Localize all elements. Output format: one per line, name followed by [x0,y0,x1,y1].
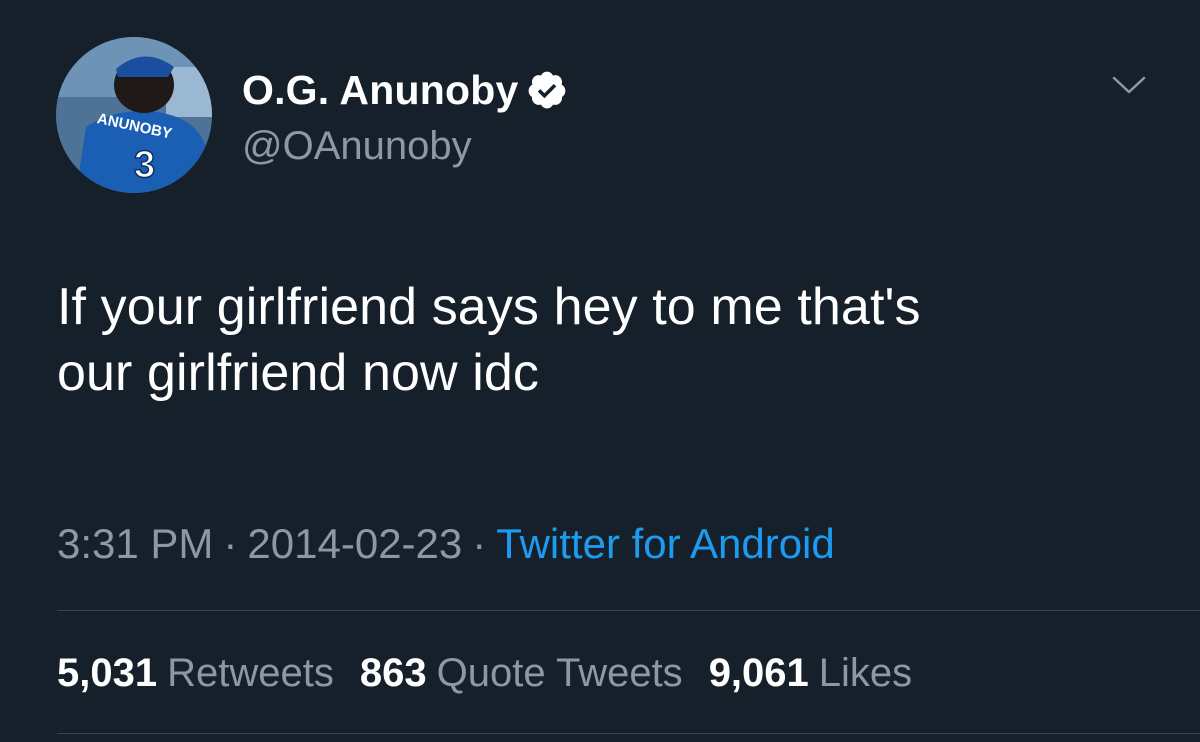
tweet-meta: 3:31 PM · 2014-02-23 · Twitter for Android [57,517,835,571]
quote-tweets-label: Quote Tweets [436,651,683,695]
tweet-text: If your girlfriend says hey to me that's… [57,278,921,402]
meta-separator: · [223,520,238,567]
user-handle[interactable]: @OAnunoby [242,120,472,172]
likes-stat[interactable]: 9,061 Likes [709,646,913,700]
quote-tweets-stat[interactable]: 863 Quote Tweets [360,646,683,700]
divider [57,610,1200,611]
tweet-card: ANUNOBY 3 O.G. Anunoby @OAnunoby If your… [0,0,1200,742]
likes-label: Likes [818,651,913,695]
verified-badge-icon [526,69,568,111]
tweet-source-link[interactable]: Twitter for Android [496,520,834,567]
retweets-stat[interactable]: 5,031 Retweets [57,646,334,700]
tweet-date[interactable]: 2014-02-23 [247,520,462,567]
chevron-down-icon[interactable] [1108,70,1150,100]
meta-separator: · [472,520,487,567]
tweet-time[interactable]: 3:31 PM [57,520,213,567]
tweet-stats: 5,031 Retweets 863 Quote Tweets 9,061 Likes [57,646,938,700]
display-name[interactable]: O.G. Anunoby [242,66,518,114]
display-name-row: O.G. Anunoby [242,66,568,114]
divider [57,733,1200,734]
quote-tweets-count: 863 [359,651,427,695]
avatar[interactable]: ANUNOBY 3 [56,37,212,193]
retweets-count: 5,031 [57,651,158,695]
avatar-jersey-number: 3 [134,144,155,186]
avatar-image: ANUNOBY 3 [56,37,212,193]
retweets-label: Retweets [167,651,334,695]
likes-count: 9,061 [708,651,809,695]
